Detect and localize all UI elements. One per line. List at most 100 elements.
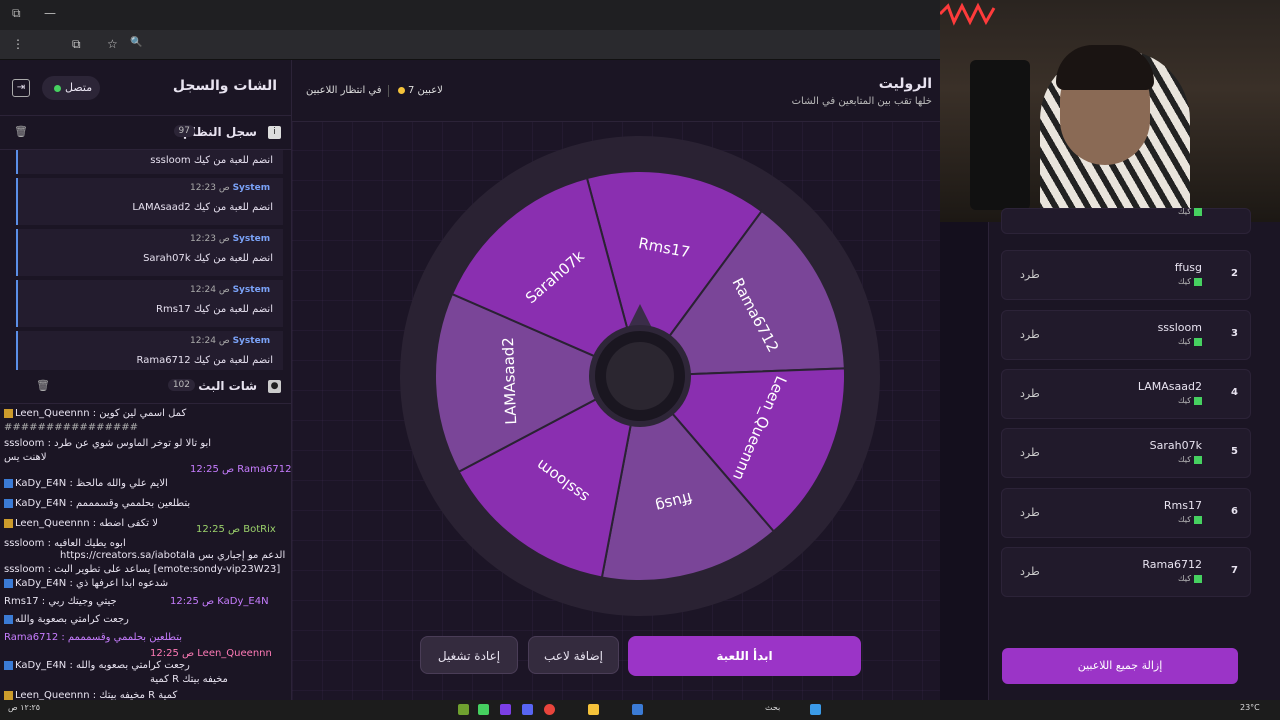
reset-button[interactable]: إعادة تشغيل bbox=[420, 636, 518, 674]
info-icon: i bbox=[268, 126, 281, 139]
player-row: 6 Rms17 كيك طرد bbox=[1001, 488, 1251, 538]
player-rank: 5 bbox=[1231, 446, 1238, 457]
players-count: 7 لاعبين bbox=[398, 85, 443, 96]
app-icon[interactable] bbox=[500, 704, 511, 715]
os-taskbar: ١٢:٢٥ ص بحث 23°C bbox=[0, 700, 1280, 720]
player-rank: 4 bbox=[1231, 387, 1238, 398]
player-platform: كيك bbox=[1178, 455, 1202, 464]
minimize-window-icon[interactable]: — bbox=[44, 6, 56, 20]
connection-status: متصل bbox=[42, 76, 101, 100]
list-item: 12:24 ص System Rms17 انضم للعبة من كيك bbox=[16, 280, 283, 327]
kick-logo-icon bbox=[1194, 515, 1202, 524]
player-platform: كيك bbox=[1178, 337, 1202, 346]
roulette-wheel[interactable]: Rms17 Rama6712 Leen_Queennn ffusg sssloom LAM… bbox=[400, 136, 880, 616]
chat-title: الشات والسجل bbox=[172, 78, 277, 94]
kick-player-button[interactable]: طرد bbox=[1020, 446, 1040, 459]
windows-start-icon[interactable] bbox=[810, 704, 821, 715]
player-rank: 7 bbox=[1231, 565, 1238, 576]
chat-line: KaDy_E4N : شدعوه ابدا اعرفها ذي bbox=[4, 578, 168, 589]
message-time: 12:24 ص bbox=[190, 336, 230, 346]
player-name: sssloom bbox=[1157, 321, 1202, 334]
stream-chat-list: Leen_Queennn : كمل اسمي لين كوين #######… bbox=[0, 404, 291, 700]
trash-icon[interactable]: 🗑 bbox=[36, 379, 50, 392]
streamer-hair bbox=[1056, 45, 1154, 90]
sub-badge-icon bbox=[4, 408, 13, 418]
system-message-text: LAMAsaad2 انضم للعبة من كيك bbox=[132, 202, 273, 213]
kick-logo-icon bbox=[1194, 396, 1202, 405]
chat-line: sssloom : ابوه يطيك العافيه bbox=[4, 538, 126, 549]
roulette-area: الروليت خلها تقب بين المتابعين في الشات … bbox=[292, 60, 940, 700]
mod-badge-icon bbox=[4, 478, 13, 488]
player-row: 7 Rama6712 كيك طرد bbox=[1001, 547, 1251, 597]
player-platform: كيك bbox=[1178, 515, 1202, 524]
stream-chat-count: 102 bbox=[167, 379, 195, 391]
discord-icon[interactable] bbox=[522, 704, 533, 715]
list-item: 12:23 ص System LAMAsaad2 انضم للعبة من ك… bbox=[16, 178, 283, 225]
message-sender: System bbox=[232, 234, 271, 244]
chat-header: الشات والسجل متصل ⇥ bbox=[0, 60, 291, 116]
add-player-button[interactable]: إضافة لاعب bbox=[528, 636, 619, 674]
app-icon[interactable] bbox=[458, 704, 469, 715]
chat-line: KaDy_E4N : الايم علي والله مالحظ bbox=[4, 478, 168, 489]
chat-line: لاهنت يس bbox=[4, 452, 47, 463]
system-log-list: sssloom انضم للعبة من كيك 12:23 ص System… bbox=[0, 150, 291, 370]
taskbar-search[interactable]: بحث bbox=[765, 703, 780, 712]
kick-player-button[interactable]: طرد bbox=[1020, 328, 1040, 341]
player-row: كيك bbox=[1001, 207, 1251, 234]
list-item: 12:23 ص System Sarah07k انضم للعبة من كي… bbox=[16, 229, 283, 276]
clock: ١٢:٢٥ ص bbox=[8, 703, 41, 712]
message-sender: System bbox=[232, 336, 271, 346]
kick-player-button[interactable]: طرد bbox=[1020, 268, 1040, 281]
remove-all-players-button[interactable]: إزالة جميع اللاعبين bbox=[1002, 648, 1238, 684]
collapse-panel-icon[interactable]: ⇥ bbox=[12, 79, 30, 97]
kick-player-button[interactable]: طرد bbox=[1020, 565, 1040, 578]
page-title: الروليت bbox=[878, 76, 932, 92]
kick-logo-icon bbox=[1194, 455, 1202, 464]
chat-bubble-icon: ● bbox=[268, 380, 281, 393]
online-dot-icon bbox=[54, 84, 61, 92]
mod-badge-icon bbox=[4, 578, 13, 588]
message-meta: 12:24 ص System bbox=[190, 336, 270, 346]
menu-icon[interactable]: ⋮ bbox=[12, 37, 24, 51]
restore-window-icon[interactable]: ⧉ bbox=[12, 6, 21, 21]
browser-toolbar: ⋮ ⧉ ☆ 🔍 bbox=[0, 30, 940, 82]
system-message-text: Sarah07k انضم للعبة من كيك bbox=[143, 253, 273, 264]
chat-line: KaDy_E4N : رجعت كرامتي بصعوبه والله bbox=[4, 660, 190, 671]
stream-chat-title: شات البث bbox=[198, 379, 257, 393]
message-meta: 12:23 ص System bbox=[190, 234, 270, 244]
chat-line: sssloom : يساعد على تطوير البث [emote:so… bbox=[4, 564, 281, 575]
kick-player-button[interactable]: طرد bbox=[1020, 506, 1040, 519]
list-item: 12:24 ص System Rama6712 انضم للعبة من كي… bbox=[16, 331, 283, 370]
chat-line: Rama6712 : بتطلعين بحلممي وقسمممم bbox=[4, 632, 183, 643]
zoom-icon[interactable]: 🔍 bbox=[130, 37, 142, 48]
mod-badge-icon bbox=[4, 614, 13, 624]
chat-line: Leen_Queennn : مخيفه بيتك R كمية bbox=[4, 690, 177, 700]
trash-icon[interactable]: 🗑 bbox=[14, 125, 28, 138]
start-game-button[interactable]: ابدأ اللعبة bbox=[628, 636, 861, 676]
message-time: 12:23 ص bbox=[190, 234, 230, 244]
folder-icon[interactable] bbox=[588, 704, 599, 715]
chat-line: رجعت كرامتي بصعوبة والله bbox=[4, 614, 129, 625]
player-name: LAMAsaad2 bbox=[1137, 380, 1202, 393]
status-dot-icon bbox=[398, 86, 405, 94]
player-name: ffusg bbox=[1174, 261, 1202, 274]
kick-player-button[interactable]: طرد bbox=[1020, 387, 1040, 400]
message-time: 12:23 ص bbox=[190, 183, 230, 193]
app-icon[interactable] bbox=[478, 704, 489, 715]
kick-logo-icon bbox=[1194, 207, 1202, 216]
status-label: متصل bbox=[65, 81, 93, 94]
chat-line: كمية R مخيفه بيتك bbox=[150, 674, 228, 685]
tabs-icon[interactable]: ⧉ bbox=[72, 37, 81, 52]
logo-icon bbox=[606, 342, 674, 410]
chat-line: sssloom : ابو تالا لو توخر الماوس شوي عن… bbox=[4, 438, 212, 449]
player-row: 5 Sarah07k كيك طرد bbox=[1001, 428, 1251, 478]
bookmark-star-icon[interactable]: ☆ bbox=[107, 37, 118, 51]
steam-icon[interactable] bbox=[632, 704, 643, 715]
kick-logo-icon bbox=[1194, 574, 1202, 583]
chat-line: https://creators.sa/iabotala الدعم مو إج… bbox=[60, 550, 286, 561]
player-row: 2 ffusg كيك طرد bbox=[1001, 250, 1251, 300]
mod-badge-icon bbox=[4, 660, 13, 670]
wheel-segment-label: LAMAsaad2 bbox=[499, 337, 520, 425]
chrome-icon[interactable] bbox=[544, 704, 555, 715]
player-platform: كيك bbox=[1178, 207, 1202, 216]
